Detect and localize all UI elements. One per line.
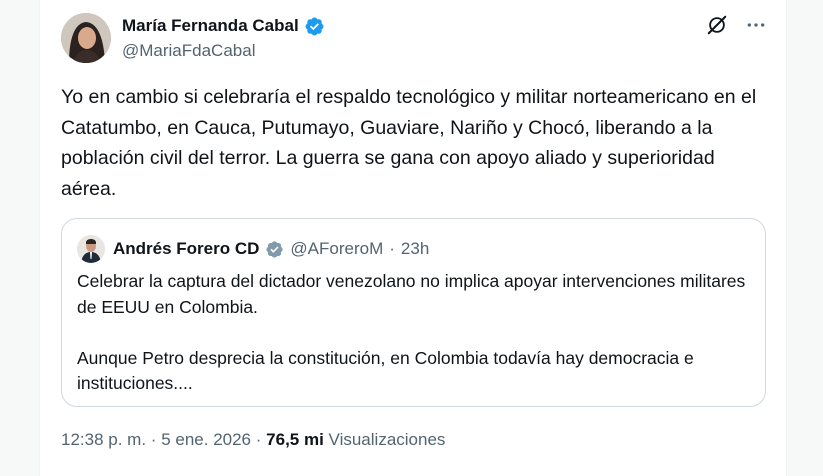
author-avatar-image bbox=[61, 13, 111, 63]
quoted-tweet[interactable]: Andrés Forero CD @AForeroM · 23h Celebra… bbox=[61, 218, 766, 407]
quoted-paragraph: Celebrar la captura del dictador venezol… bbox=[77, 271, 746, 317]
tweet-meta: 12:38 p. m. · 5 ene. 2026 · 76,5 mi Visu… bbox=[61, 430, 445, 450]
tweet-date[interactable]: 5 ene. 2026 bbox=[161, 430, 251, 449]
quoted-timestamp[interactable]: 23h bbox=[401, 239, 429, 259]
quoted-separator: · bbox=[389, 239, 395, 258]
meta-separator: · bbox=[255, 430, 262, 449]
tweet-text: Yo en cambio si celebraría el respaldo t… bbox=[61, 86, 757, 200]
quoted-author-name[interactable]: Andrés Forero CD bbox=[113, 239, 259, 259]
quoted-author-avatar-image bbox=[77, 235, 105, 263]
quoted-author-handle[interactable]: @AForeroM bbox=[290, 239, 383, 259]
quoted-paragraph: Aunque Petro desprecia la constitución, … bbox=[77, 347, 694, 394]
author-name[interactable]: María Fernanda Cabal bbox=[122, 16, 299, 36]
verified-gray-badge-icon[interactable] bbox=[265, 240, 284, 259]
tweet-actions-top bbox=[706, 14, 766, 36]
views-count: 76,5 mi bbox=[266, 430, 324, 449]
tweet-time[interactable]: 12:38 p. m. bbox=[61, 430, 146, 449]
author-info: María Fernanda Cabal @MariaFdaCabal bbox=[122, 14, 325, 61]
quoted-tweet-text: Celebrar la captura del dictador venezol… bbox=[77, 269, 757, 397]
author-avatar[interactable] bbox=[61, 13, 111, 63]
quoted-tweet-header: Andrés Forero CD @AForeroM · 23h bbox=[77, 235, 429, 263]
grok-icon[interactable] bbox=[706, 14, 728, 36]
more-options-icon[interactable] bbox=[746, 15, 766, 35]
author-name-row: María Fernanda Cabal bbox=[122, 14, 325, 38]
quoted-author-avatar[interactable] bbox=[77, 235, 105, 263]
tweet-card: María Fernanda Cabal @MariaFdaCabal Yo e… bbox=[39, 0, 787, 476]
author-handle[interactable]: @MariaFdaCabal bbox=[122, 41, 325, 61]
views-label: Visualizaciones bbox=[328, 430, 446, 449]
verified-badge-icon[interactable] bbox=[304, 16, 325, 37]
meta-separator: · bbox=[150, 430, 157, 449]
